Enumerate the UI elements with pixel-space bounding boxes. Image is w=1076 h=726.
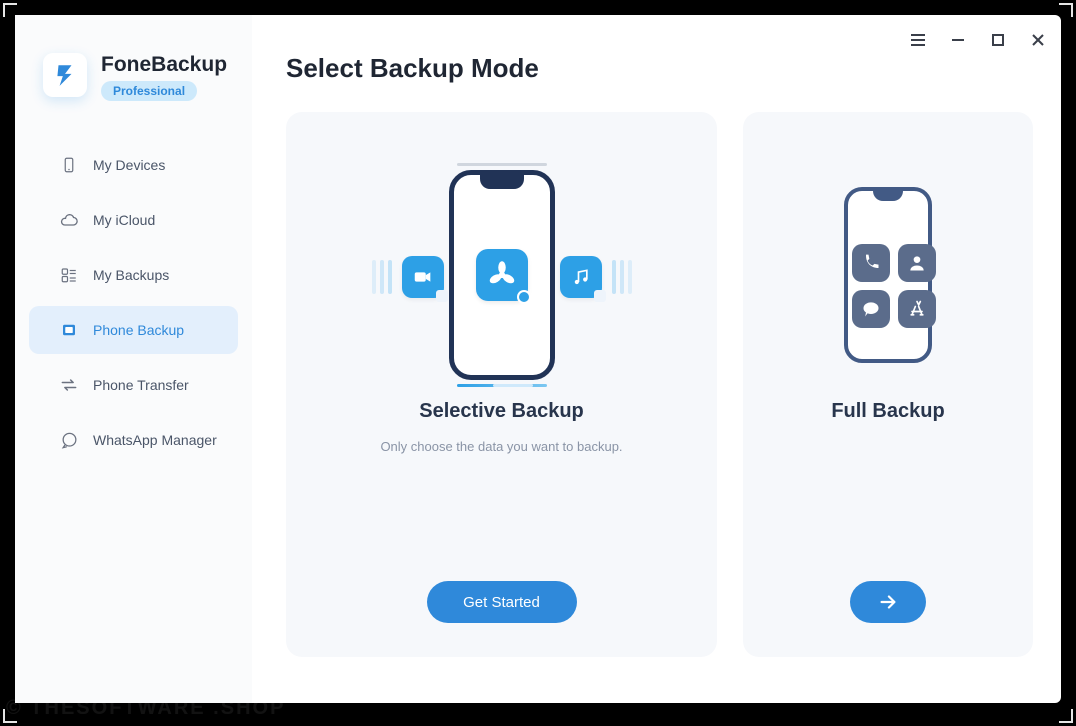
sidebar-item-whatsapp-manager[interactable]: WhatsApp Manager bbox=[29, 416, 238, 464]
frame-corner bbox=[1059, 709, 1073, 723]
device-icon bbox=[59, 155, 79, 175]
wave-lines-icon bbox=[608, 260, 632, 294]
full-backup-card[interactable]: Full Backup bbox=[743, 112, 1033, 657]
sidebar-item-my-backups[interactable]: My Backups bbox=[29, 251, 238, 299]
backups-icon bbox=[59, 265, 79, 285]
get-started-button[interactable]: Get Started bbox=[427, 581, 577, 623]
sidebar-item-label: Phone Transfer bbox=[93, 377, 189, 393]
message-app-icon bbox=[852, 290, 890, 328]
page-title: Select Backup Mode bbox=[286, 53, 1033, 84]
brand: FoneBackup Professional bbox=[15, 35, 252, 113]
backup-mode-cards: Selective Backup Only choose the data yo… bbox=[286, 112, 1033, 657]
whatsapp-icon bbox=[59, 430, 79, 450]
brand-badge: Professional bbox=[101, 81, 197, 101]
sidebar: FoneBackup Professional My Devices My iC… bbox=[15, 15, 252, 703]
sidebar-item-my-devices[interactable]: My Devices bbox=[29, 141, 238, 189]
selective-backup-description: Only choose the data you want to backup. bbox=[380, 439, 622, 454]
transfer-icon bbox=[59, 375, 79, 395]
selective-backup-title: Selective Backup bbox=[419, 400, 584, 423]
full-backup-arrow-button[interactable] bbox=[850, 581, 926, 623]
selective-backup-illustration bbox=[306, 158, 697, 392]
sidebar-item-phone-transfer[interactable]: Phone Transfer bbox=[29, 361, 238, 409]
video-app-icon bbox=[402, 256, 444, 298]
sidebar-item-label: My Backups bbox=[93, 267, 169, 283]
appstore-app-icon bbox=[898, 290, 936, 328]
selective-backup-card[interactable]: Selective Backup Only choose the data yo… bbox=[286, 112, 717, 657]
arrow-right-icon bbox=[877, 591, 899, 613]
phone-backup-icon bbox=[59, 320, 79, 340]
full-backup-illustration bbox=[763, 158, 1013, 392]
sidebar-item-my-icloud[interactable]: My iCloud bbox=[29, 196, 238, 244]
sidebar-item-label: My Devices bbox=[93, 157, 165, 173]
wave-lines-icon bbox=[372, 260, 396, 294]
music-app-icon bbox=[560, 256, 602, 298]
app-window: FoneBackup Professional My Devices My iC… bbox=[15, 15, 1061, 703]
watermark: © THESOFTWARE .SHOP bbox=[6, 697, 285, 720]
sidebar-item-label: Phone Backup bbox=[93, 322, 184, 338]
sidebar-item-label: WhatsApp Manager bbox=[93, 432, 217, 448]
sidebar-item-phone-backup[interactable]: Phone Backup bbox=[29, 306, 238, 354]
cloud-icon bbox=[59, 210, 79, 230]
fan-app-icon bbox=[476, 249, 528, 301]
main-content: Select Backup Mode bbox=[252, 15, 1061, 703]
contact-app-icon bbox=[898, 244, 936, 282]
brand-name: FoneBackup bbox=[101, 53, 227, 77]
frame-corner bbox=[1059, 3, 1073, 17]
app-logo-icon bbox=[43, 53, 87, 97]
phone-app-icon bbox=[852, 244, 890, 282]
phone-illustration-icon bbox=[449, 170, 555, 380]
full-backup-title: Full Backup bbox=[831, 400, 944, 423]
sidebar-nav: My Devices My iCloud My Backups Phone Ba… bbox=[15, 141, 252, 464]
sidebar-item-label: My iCloud bbox=[93, 212, 155, 228]
